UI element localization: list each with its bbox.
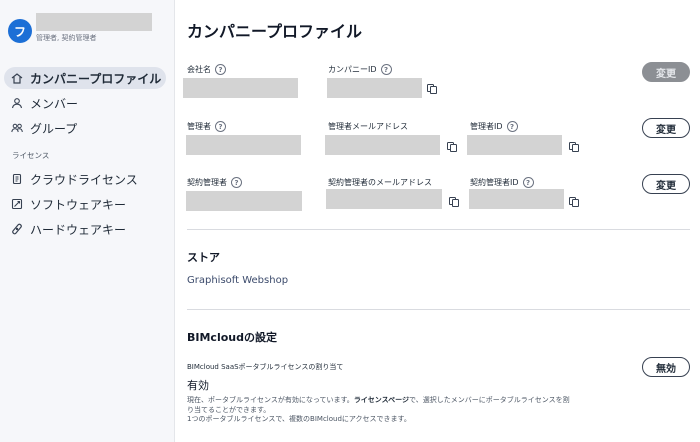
avatar[interactable]: フ	[8, 19, 32, 43]
help-icon[interactable]: ?	[215, 64, 226, 75]
admin-change-button[interactable]: 変更	[642, 118, 690, 138]
contract-admin-email-label: 契約管理者のメールアドレス	[328, 178, 432, 187]
bimcloud-section-title: BIMcloudの設定	[187, 331, 277, 344]
company-id-value-redacted	[327, 78, 422, 98]
sidebar-item-label: カンパニープロファイル	[30, 71, 162, 86]
copy-icon[interactable]	[426, 80, 438, 94]
page-title: カンパニープロファイル	[187, 22, 363, 41]
copy-icon[interactable]	[568, 138, 580, 152]
sidebar-item-software-key[interactable]: ソフトウェアキー	[4, 193, 166, 215]
graphisoft-webshop-link[interactable]: Graphisoft Webshop	[187, 275, 288, 286]
admin-id-label: 管理者ID ?	[470, 121, 518, 132]
copy-icon[interactable]	[448, 193, 460, 207]
contract-admin-label: 契約管理者 ?	[187, 177, 242, 188]
sidebar-item-groups[interactable]: グループ	[4, 117, 166, 139]
copy-icon[interactable]	[446, 138, 458, 152]
contract-admin-email-value-redacted	[326, 189, 442, 209]
admin-value-redacted	[186, 135, 301, 155]
portable-license-setting-label: BIMcloud SaaSポータブルライセンスの割り当て	[187, 363, 344, 371]
contract-admin-id-value-redacted	[469, 189, 564, 209]
sidebar-item-company-profile[interactable]: カンパニープロファイル	[4, 67, 166, 89]
user-name-redacted	[36, 13, 152, 31]
group-icon	[10, 121, 24, 135]
sidebar-item-cloud-license[interactable]: クラウドライセンス	[4, 168, 166, 190]
sidebar-item-hardware-key[interactable]: ハードウェアキー	[4, 218, 166, 240]
divider	[187, 309, 690, 310]
help-icon[interactable]: ?	[506, 121, 518, 132]
company-name-value-redacted	[183, 78, 298, 98]
portable-license-description: 現在、ポータブルライセンスが有効になっています。ライセンスページで、選択したメン…	[187, 396, 570, 423]
portable-license-status: 有効	[187, 379, 209, 392]
help-icon[interactable]: ?	[231, 177, 242, 188]
company-id-label: カンパニーID ?	[328, 64, 392, 75]
company-change-button[interactable]: 変更	[642, 62, 690, 82]
sidebar-item-label: ハードウェアキー	[30, 222, 127, 237]
contract-admin-value-redacted	[186, 191, 302, 211]
sidebar-item-label: クラウドライセンス	[30, 172, 138, 187]
sidebar: フ 管理者, 契約管理者 カンパニープロファイル メンバー グループ ライセンス…	[0, 0, 175, 442]
disable-portable-license-button[interactable]: 無効	[642, 357, 690, 377]
building-icon	[10, 71, 24, 85]
help-icon[interactable]: ?	[522, 177, 534, 188]
hardware-key-icon	[10, 222, 24, 236]
admin-email-value-redacted	[325, 135, 440, 155]
help-icon[interactable]: ?	[215, 121, 226, 132]
sidebar-item-label: ソフトウェアキー	[30, 197, 127, 212]
license-page-link[interactable]: ライセンスページ	[354, 396, 409, 404]
help-icon[interactable]: ?	[380, 64, 392, 75]
admin-email-label: 管理者メールアドレス	[328, 122, 408, 131]
user-icon	[10, 96, 24, 110]
license-section-label: ライセンス	[12, 151, 50, 160]
admin-label: 管理者 ?	[187, 121, 226, 132]
software-key-icon	[10, 197, 24, 211]
sidebar-item-label: メンバー	[30, 96, 79, 111]
cloud-license-icon	[10, 172, 24, 186]
contract-admin-id-label: 契約管理者ID ?	[470, 177, 534, 188]
user-roles: 管理者, 契約管理者	[36, 34, 97, 42]
sidebar-item-label: グループ	[30, 121, 78, 136]
contract-admin-change-button[interactable]: 変更	[642, 174, 690, 194]
divider	[187, 229, 690, 230]
company-name-label: 会社名 ?	[187, 64, 226, 75]
copy-icon[interactable]	[568, 193, 580, 207]
sidebar-item-members[interactable]: メンバー	[4, 92, 166, 114]
store-section-title: ストア	[187, 251, 220, 264]
admin-id-value-redacted	[467, 135, 562, 155]
